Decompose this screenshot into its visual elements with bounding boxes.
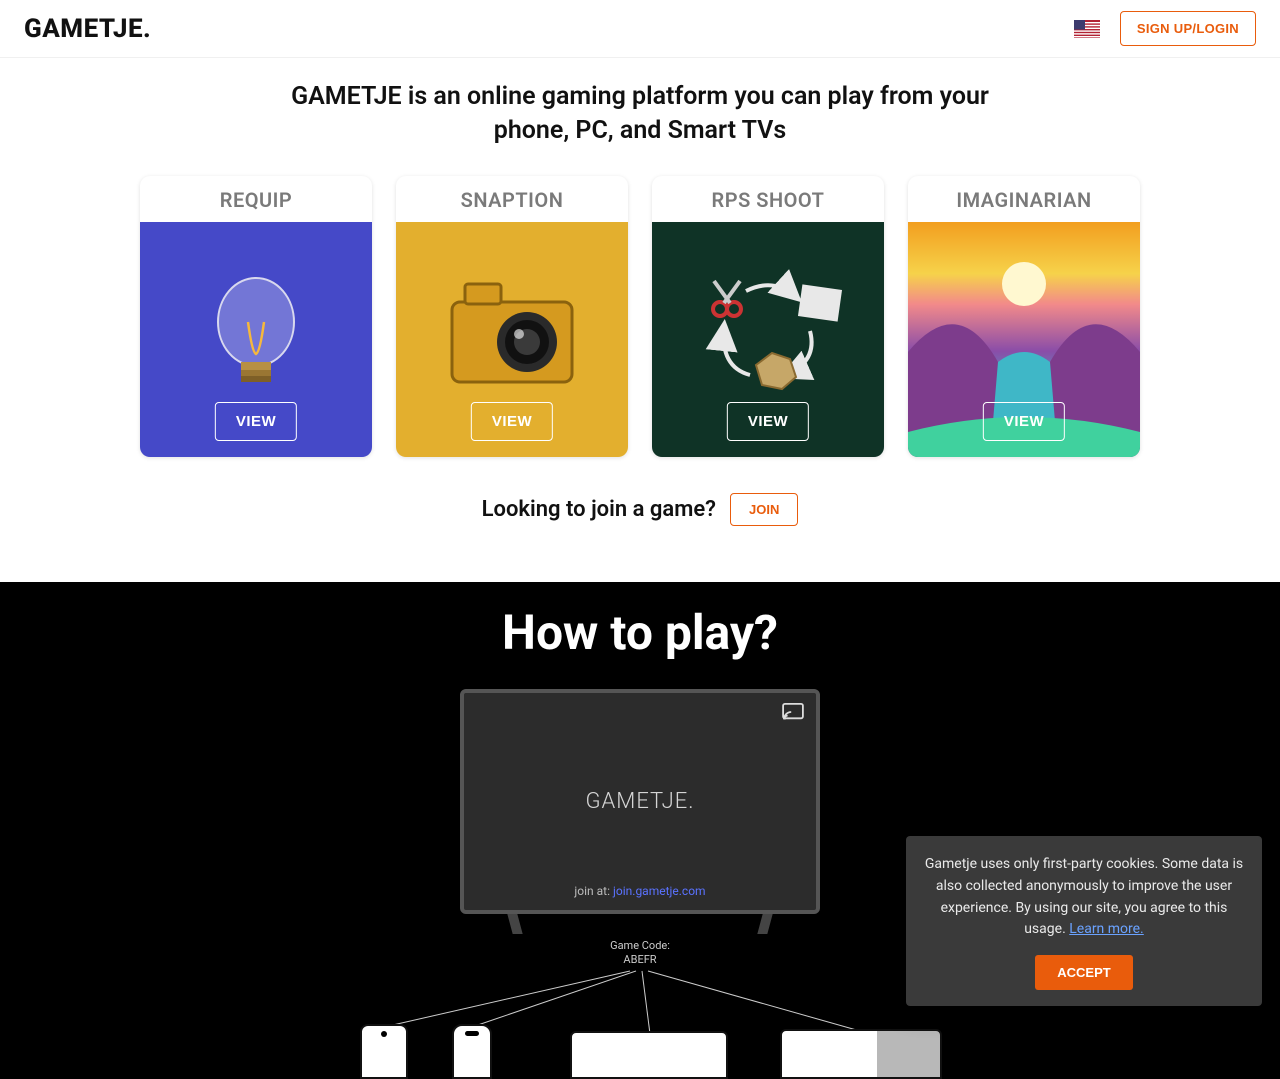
hero-tagline: GAMETJE is an online gaming platform you… xyxy=(280,80,1000,148)
tv-brand-text: GAMETJE. xyxy=(585,789,694,814)
signup-login-button[interactable]: SIGN UP/LOGIN xyxy=(1120,11,1256,46)
game-card-imaginarian[interactable]: IMAGINARIAN VIEW xyxy=(908,176,1140,457)
game-cards-row: REQUIP VIEW SNAPTION xyxy=(0,176,1280,457)
laptop-device-icon xyxy=(780,1029,942,1079)
site-header: GAMETJE. SIGN UP/LOGIN xyxy=(0,0,1280,58)
view-button[interactable]: VIEW xyxy=(215,402,297,441)
tablet-device-icon xyxy=(570,1031,728,1079)
tv-join-prefix: join at: xyxy=(574,884,610,898)
rps-cycle-icon xyxy=(678,257,858,421)
view-button[interactable]: VIEW xyxy=(727,402,809,441)
tv-stand-icon xyxy=(757,914,772,934)
cast-icon xyxy=(782,703,804,721)
site-logo[interactable]: GAMETJE. xyxy=(24,14,151,44)
game-card-title: IMAGINARIAN xyxy=(908,176,1140,222)
join-game-row: Looking to join a game? JOIN xyxy=(0,493,1280,526)
game-card-title: SNAPTION xyxy=(396,176,628,222)
game-card-requip[interactable]: REQUIP VIEW xyxy=(140,176,372,457)
phone-device-icon xyxy=(360,1024,408,1079)
how-to-play-heading: How to play? xyxy=(0,604,1280,661)
phone-device-icon xyxy=(452,1024,492,1079)
how-to-play-diagram: GAMETJE. join at: join.gametje.com Game … xyxy=(330,689,950,1079)
game-code: Game Code: ABEFR xyxy=(610,939,670,968)
game-card-title: RPS SHOOT xyxy=(652,176,884,222)
camera-icon xyxy=(437,272,587,406)
hero-section: GAMETJE is an online gaming platform you… xyxy=(0,58,1280,582)
game-card-snaption[interactable]: SNAPTION VIEW xyxy=(396,176,628,457)
cookie-banner: Gametje uses only first-party cookies. S… xyxy=(906,836,1262,1006)
game-card-art: VIEW xyxy=(396,222,628,457)
us-flag-icon[interactable] xyxy=(1074,20,1100,38)
game-card-art: VIEW xyxy=(652,222,884,457)
game-card-rps-shoot[interactable]: RPS SHOOT xyxy=(652,176,884,457)
join-button[interactable]: JOIN xyxy=(730,493,798,526)
join-prompt: Looking to join a game? xyxy=(482,497,716,522)
cookie-learn-more-link[interactable]: Learn more. xyxy=(1069,921,1144,937)
game-code-value: ABEFR xyxy=(610,953,670,967)
game-card-title: REQUIP xyxy=(140,176,372,222)
tv-join-link: join.gametje.com xyxy=(613,884,706,898)
tv-device-icon: GAMETJE. join at: join.gametje.com xyxy=(460,689,820,914)
lightbulb-icon xyxy=(211,267,301,411)
game-card-art: VIEW xyxy=(140,222,372,457)
game-code-label: Game Code: xyxy=(610,939,670,953)
header-right: SIGN UP/LOGIN xyxy=(1074,11,1256,46)
tv-stand-icon xyxy=(507,914,522,934)
view-button[interactable]: VIEW xyxy=(471,402,553,441)
game-card-art: VIEW xyxy=(908,222,1140,457)
cookie-accept-button[interactable]: ACCEPT xyxy=(1035,955,1132,990)
tv-join-text: join at: join.gametje.com xyxy=(574,884,705,898)
view-button[interactable]: VIEW xyxy=(983,402,1065,441)
